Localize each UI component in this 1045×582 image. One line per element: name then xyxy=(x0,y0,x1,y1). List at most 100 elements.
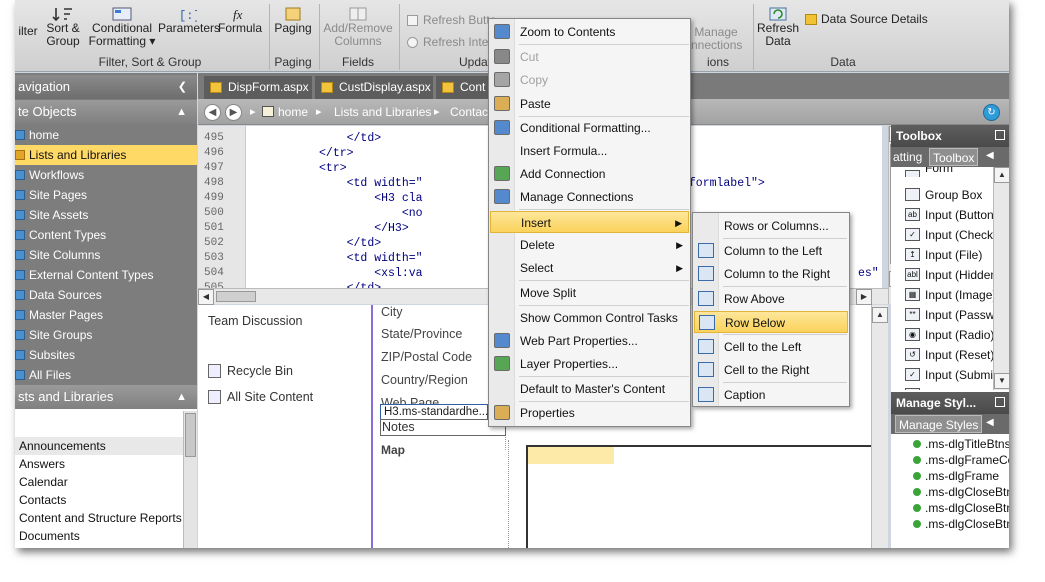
toolbox-item-input-button[interactable]: ab Input (Button) xyxy=(905,205,998,225)
refresh-data-button[interactable]: Refresh Data xyxy=(755,6,801,48)
toolbox-item-input-radio[interactable]: ◉ Input (Radio) xyxy=(905,325,994,345)
chevron-up-icon[interactable]: ▲ xyxy=(176,385,187,409)
toolbox-item-input-passw[interactable]: ** Input (Passw... xyxy=(905,305,1004,325)
toolbox-item-input-hidden[interactable]: abl Input (Hidden) xyxy=(905,265,1001,285)
site-objects-header[interactable]: te Objects ▲ xyxy=(15,100,197,124)
collapse-pane-icon[interactable]: ❮ xyxy=(178,75,187,99)
lists-libraries-header[interactable]: sts and Libraries ▲ xyxy=(15,385,197,409)
tab-custdisplay[interactable]: CustDisplay.aspx xyxy=(315,76,433,99)
sort-group-button[interactable]: Sort & Group xyxy=(43,6,83,48)
menu-item-properties[interactable]: Properties xyxy=(490,402,689,424)
submenu-item-column-to-the-right[interactable]: Column to the Right xyxy=(694,263,848,285)
menu-item-insert-formula[interactable]: Insert Formula... xyxy=(490,140,689,162)
style-item[interactable]: .ms-dlgFrame xyxy=(911,468,999,484)
breadcrumb-contacts[interactable]: Contact xyxy=(450,99,491,125)
menu-item-zoom-to-contents[interactable]: Zoom to Contents xyxy=(490,21,689,43)
tab-scroll-left-icon[interactable]: ◀ xyxy=(986,150,994,161)
scroll-down-icon[interactable]: ▼ xyxy=(994,373,1009,389)
maximize-icon[interactable] xyxy=(995,130,1005,140)
nav-item-site-columns[interactable]: Site Columns xyxy=(15,245,197,265)
toolbox-item-group-box[interactable]: Group Box xyxy=(905,185,982,205)
menu-item-layer-properties[interactable]: Layer Properties... xyxy=(490,353,689,375)
selected-tag-label[interactable]: H3.ms-standardhe... xyxy=(380,404,488,420)
scroll-up-icon[interactable]: ▲ xyxy=(872,307,888,323)
menu-item-move-split[interactable]: Move Split xyxy=(490,282,689,304)
menu-item-add-connection[interactable]: Add Connection xyxy=(490,163,689,185)
nav-item-subsites[interactable]: Subsites xyxy=(15,345,197,365)
nav-item-master-pages[interactable]: Master Pages xyxy=(15,305,197,325)
toolbox-item-input-reset[interactable]: ↺ Input (Reset) xyxy=(905,345,994,365)
tab-formatting[interactable]: atting xyxy=(893,150,922,164)
nav-item-lists-and-libraries[interactable]: Lists and Libraries xyxy=(15,145,197,165)
formula-button[interactable]: fx Formula xyxy=(216,6,264,35)
team-discussion-link[interactable]: Team Discussion xyxy=(208,314,302,328)
submenu-item-rows-or-columns[interactable]: Rows or Columns... xyxy=(694,215,848,237)
breadcrumb-lists[interactable]: Lists and Libraries xyxy=(334,99,431,125)
toolbox-item-input-file[interactable]: ↥ Input (File) xyxy=(905,245,982,265)
nav-item-site-groups[interactable]: Site Groups xyxy=(15,325,197,345)
refresh-icon[interactable]: ↻ xyxy=(983,104,1000,121)
menu-item-default-to-master-s-content[interactable]: Default to Master's Content xyxy=(490,378,689,400)
style-item[interactable]: .ms-dlgFrameCo xyxy=(911,452,1009,468)
submenu-item-cell-to-the-left[interactable]: Cell to the Left xyxy=(694,336,848,358)
menu-item-show-common-control-tasks[interactable]: Show Common Control Tasks xyxy=(490,307,689,329)
tab-scroll-left-icon[interactable]: ◀ xyxy=(986,417,994,428)
scroll-up-icon[interactable]: ▲ xyxy=(994,167,1009,183)
scrollbar-thumb[interactable] xyxy=(216,291,256,302)
list-item[interactable]: Answers xyxy=(15,455,183,473)
scroll-left-icon[interactable]: ◀ xyxy=(198,289,214,305)
lists-scrollbar[interactable] xyxy=(183,411,197,548)
conditional-formatting-button[interactable]: Conditional Formatting ▾ xyxy=(87,6,157,48)
menu-item-conditional-formatting[interactable]: Conditional Formatting... xyxy=(490,117,689,139)
filter-button[interactable]: ilter xyxy=(15,25,41,38)
manage-connections-button[interactable]: Manage nnections xyxy=(691,26,742,52)
tab-dispform[interactable]: DispForm.aspx xyxy=(204,76,312,99)
refresh-button-checkbox[interactable]: Refresh Butto xyxy=(407,14,496,27)
parameters-button[interactable]: [:] Parameters xyxy=(158,6,220,35)
submenu-item-cell-to-the-right[interactable]: Cell to the Right xyxy=(694,359,848,381)
menu-item-insert[interactable]: Insert ▶ xyxy=(490,211,689,233)
all-site-content-link[interactable]: All Site Content xyxy=(208,390,313,404)
tab-toolbox[interactable]: Toolbox xyxy=(929,148,979,166)
toolbox-item-input-check[interactable]: ✓ Input (Check... xyxy=(905,225,1003,245)
submenu-item-row-below[interactable]: Row Below xyxy=(694,311,848,333)
paging-button[interactable]: Paging xyxy=(271,6,315,35)
add-remove-columns-button[interactable]: Add/Remove Columns xyxy=(321,6,395,48)
menu-item-web-part-properties[interactable]: Web Part Properties... xyxy=(490,330,689,352)
nav-item-site-pages[interactable]: Site Pages xyxy=(15,185,197,205)
scroll-right-icon[interactable]: ▶ xyxy=(856,289,872,305)
style-item[interactable]: .ms-dlgCloseBtn xyxy=(911,500,1009,516)
recycle-bin-link[interactable]: Recycle Bin xyxy=(208,364,293,378)
style-item[interactable]: .ms-dlgCloseBtn xyxy=(911,484,1009,500)
toolbox-item-form[interactable]: Form xyxy=(905,167,953,177)
scrollbar-thumb[interactable] xyxy=(185,413,196,457)
back-icon[interactable]: ◀ xyxy=(204,104,221,121)
toolbox-scrollbar[interactable]: ▲ ▼ xyxy=(993,167,1009,390)
list-item[interactable]: Announcements xyxy=(15,437,183,455)
toolbox-item-input-image[interactable]: ▦ Input (Image) xyxy=(905,285,996,305)
style-item[interactable]: .ms-dlgCloseBtn xyxy=(911,516,1009,532)
data-source-details-button[interactable]: Data Source Details xyxy=(805,13,928,26)
menu-item-paste[interactable]: Paste xyxy=(490,93,689,115)
list-item[interactable]: Documents xyxy=(15,527,183,545)
list-item[interactable]: Contacts xyxy=(15,491,183,509)
menu-item-manage-connections[interactable]: Manage Connections xyxy=(490,186,689,208)
forward-icon[interactable]: ▶ xyxy=(225,104,242,121)
menu-item-delete[interactable]: Delete ▶ xyxy=(490,234,689,256)
nav-item-external-content-types[interactable]: External Content Types xyxy=(15,265,197,285)
nav-item-home[interactable]: home xyxy=(15,125,197,145)
list-item[interactable]: Calendar xyxy=(15,473,183,491)
tab-manage-styles[interactable]: Manage Styles xyxy=(895,415,983,433)
map-cell[interactable] xyxy=(526,445,888,548)
nav-item-content-types[interactable]: Content Types xyxy=(15,225,197,245)
nav-item-data-sources[interactable]: Data Sources xyxy=(15,285,197,305)
nav-item-workflows[interactable]: Workflows xyxy=(15,165,197,185)
chevron-up-icon[interactable]: ▲ xyxy=(176,100,187,124)
refresh-interval-button[interactable]: Refresh Inte xyxy=(407,36,488,49)
toolbox-item-input-submit[interactable]: ✓ Input (Submit) xyxy=(905,365,1000,385)
style-item[interactable]: .ms-dlgTitleBtns xyxy=(911,436,1009,452)
submenu-item-caption[interactable]: Caption xyxy=(694,384,848,406)
submenu-item-row-above[interactable]: Row Above xyxy=(694,288,848,310)
breadcrumb-home[interactable]: home xyxy=(278,99,308,125)
nav-item-site-assets[interactable]: Site Assets xyxy=(15,205,197,225)
